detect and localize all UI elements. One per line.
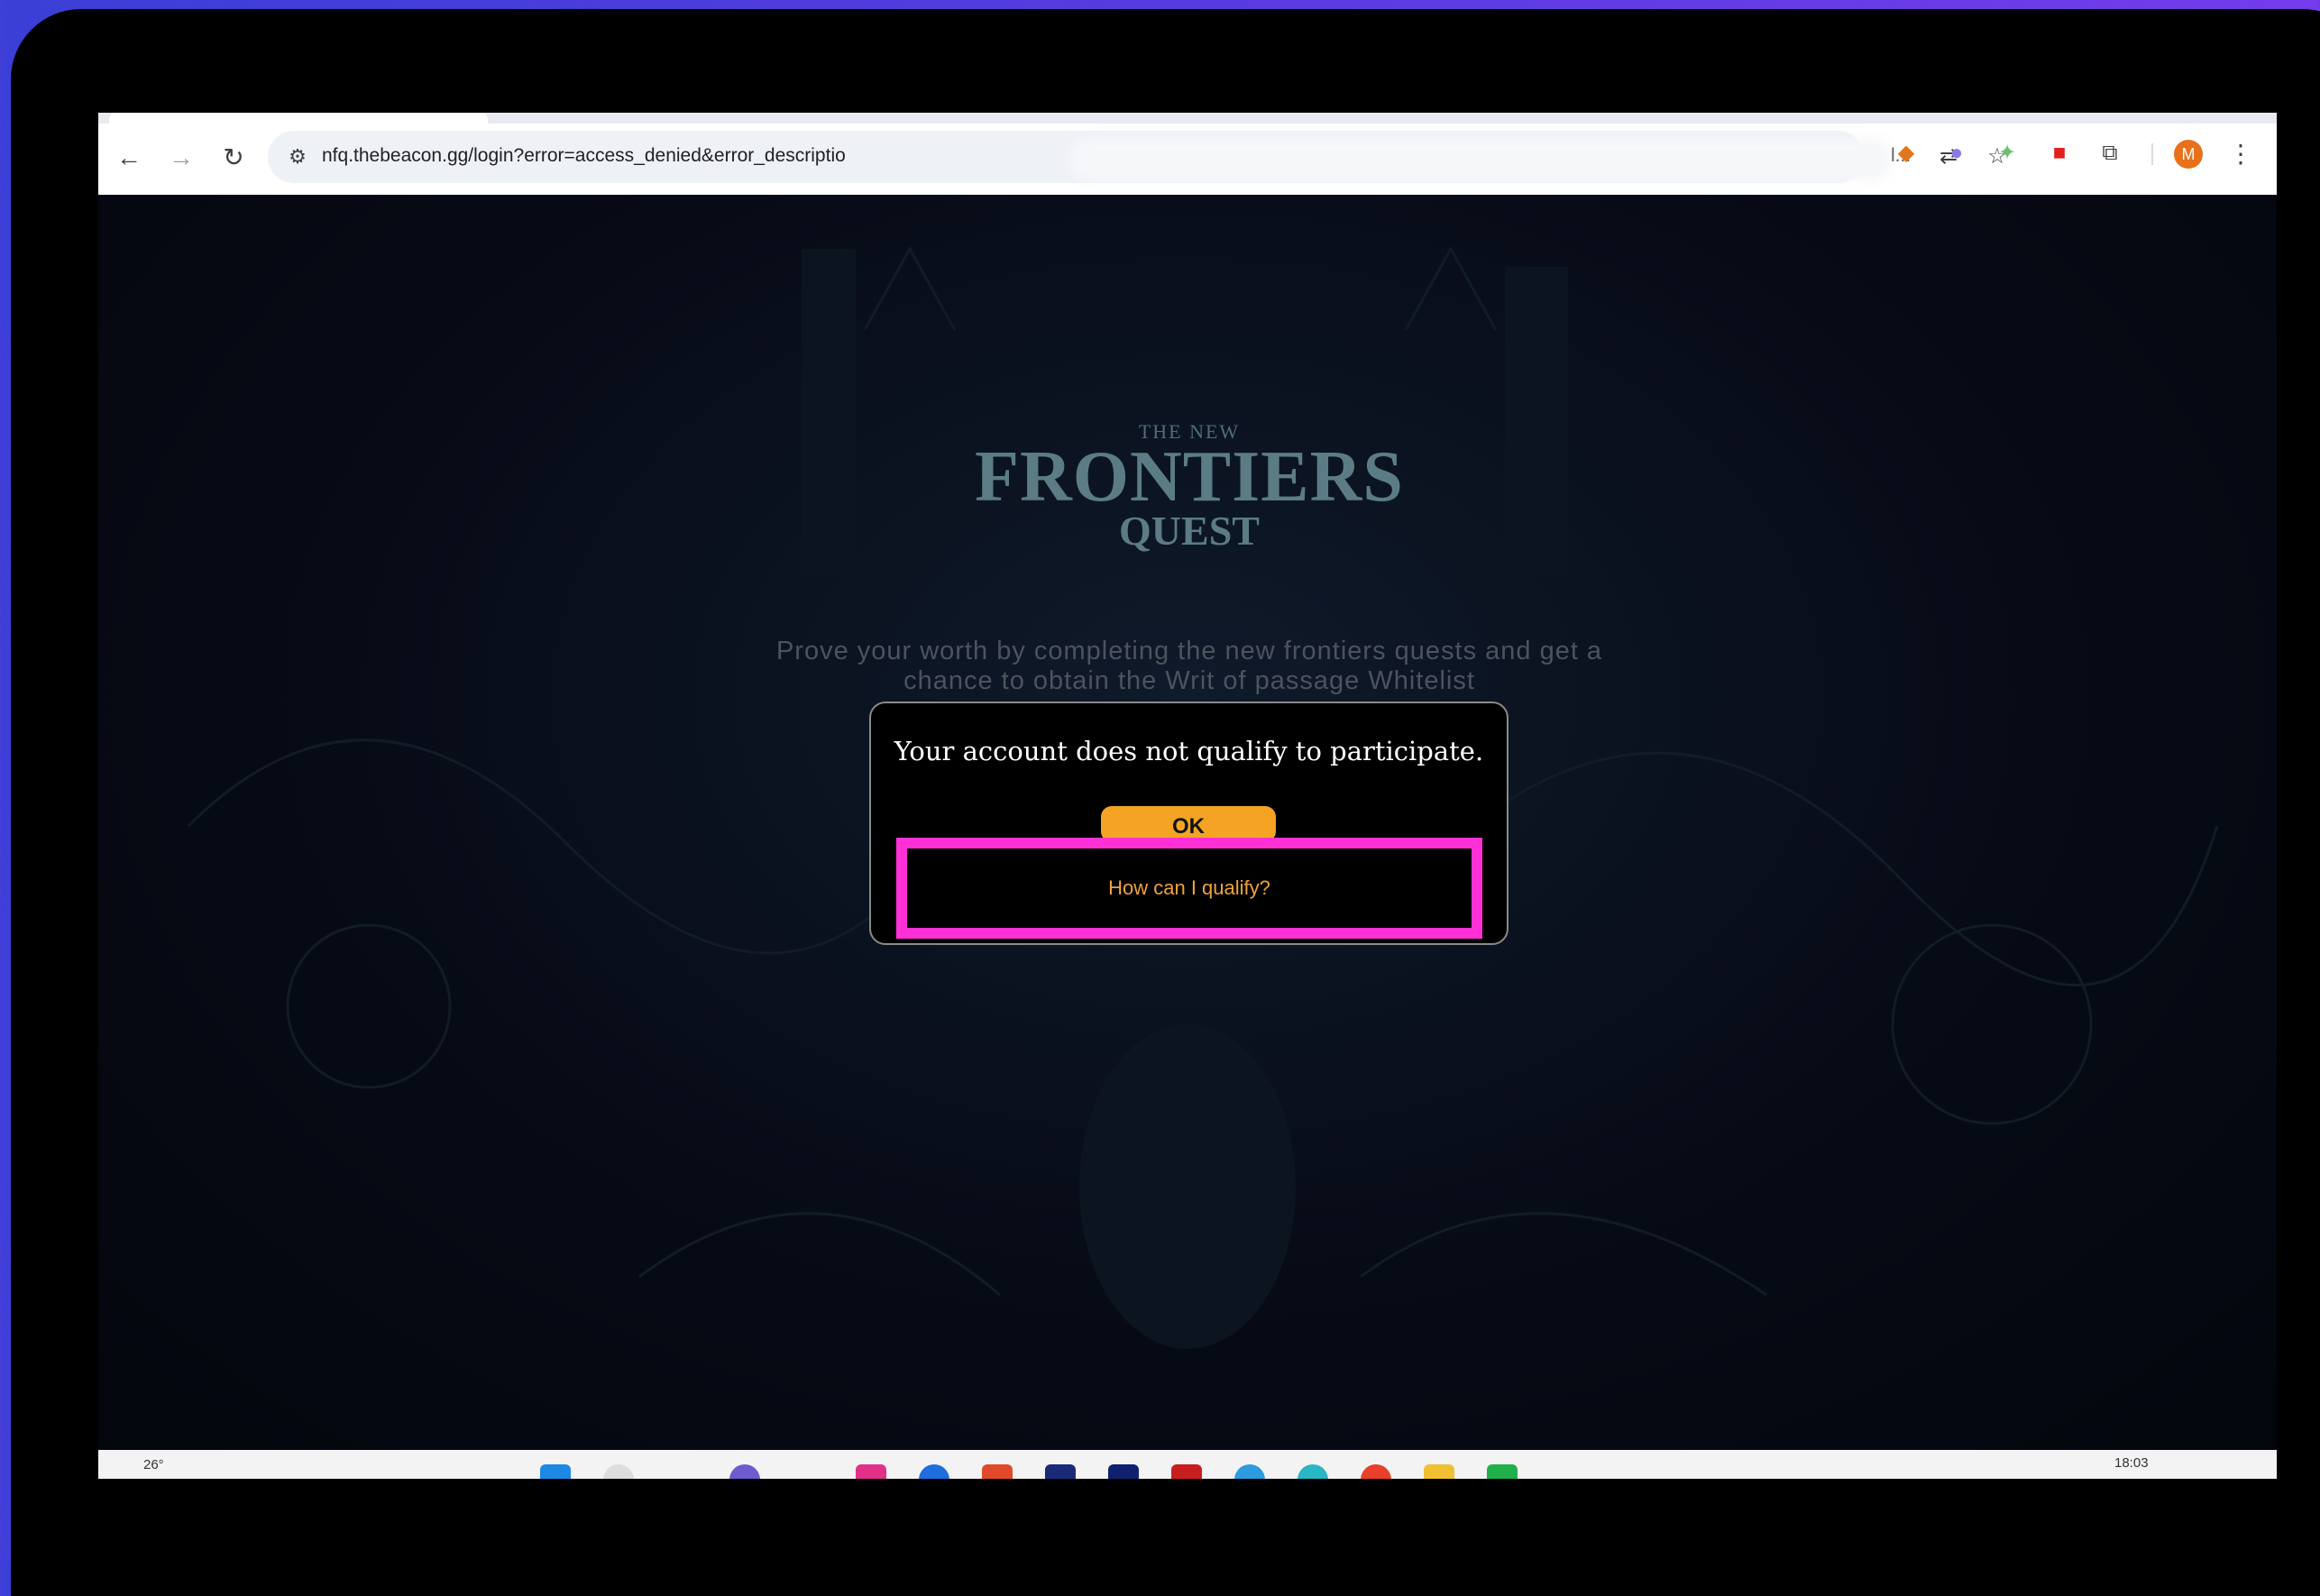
subtitle-line-1: Prove your worth by completing the new f… bbox=[775, 637, 1603, 665]
app-icon-5[interactable] bbox=[1045, 1464, 1076, 1479]
dialog-message: Your account does not qualify to partici… bbox=[894, 736, 1484, 766]
profile-avatar[interactable]: M bbox=[2174, 140, 2203, 169]
app-icon-4[interactable] bbox=[982, 1464, 1013, 1479]
active-tab[interactable] bbox=[109, 113, 488, 124]
app-icon-9[interactable] bbox=[1298, 1464, 1328, 1479]
app-icon-8[interactable] bbox=[1234, 1464, 1265, 1479]
extension-leaf-icon[interactable]: ✦ bbox=[1992, 138, 2022, 169]
metamask-fox-icon[interactable]: ◆ bbox=[1891, 138, 1921, 169]
extensions-puzzle-icon[interactable]: ⧉ bbox=[2095, 138, 2125, 169]
how-to-qualify-link[interactable]: How can I qualify? bbox=[907, 848, 1472, 928]
ok-button[interactable]: OK bbox=[1101, 806, 1276, 842]
back-icon[interactable]: ← bbox=[111, 140, 147, 176]
frontiers-quest-logo: THE NEW FRONTIERS QUEST bbox=[946, 420, 1433, 555]
reload-icon[interactable]: ↻ bbox=[215, 140, 252, 176]
screen: ← → ↻ ⚙ nfq.thebeacon.gg/login?error=acc… bbox=[98, 113, 2277, 1479]
device-frame: ← → ↻ ⚙ nfq.thebeacon.gg/login?error=acc… bbox=[11, 9, 2320, 1596]
kebab-menu-icon[interactable]: ⋮ bbox=[2228, 138, 2253, 170]
browser-toolbar: ← → ↻ ⚙ nfq.thebeacon.gg/login?error=acc… bbox=[98, 113, 2277, 196]
subtitle-line-2: chance to obtain the Writ of passage Whi… bbox=[903, 666, 1475, 695]
os-taskbar: 26° 18:03 bbox=[98, 1450, 2277, 1479]
app-icon-3[interactable] bbox=[919, 1464, 949, 1479]
search-icon[interactable] bbox=[603, 1464, 634, 1479]
start-icon[interactable] bbox=[540, 1464, 571, 1479]
highlight-box: How can I qualify? bbox=[896, 838, 1482, 939]
page-subtitle: Prove your worth by completing the new f… bbox=[693, 637, 1685, 696]
app-icon-2[interactable] bbox=[856, 1464, 886, 1479]
app-icon-10[interactable] bbox=[1361, 1464, 1391, 1479]
clock[interactable]: 18:03 bbox=[2114, 1455, 2149, 1471]
redacted-url-part bbox=[1070, 138, 1891, 181]
address-bar[interactable]: ⚙ nfq.thebeacon.gg/login?error=access_de… bbox=[268, 131, 2007, 183]
app-icon-11[interactable] bbox=[1487, 1464, 1518, 1479]
site-info-icon[interactable]: ⚙ bbox=[284, 143, 311, 170]
url-text[interactable]: nfq.thebeacon.gg/login?error=access_deni… bbox=[322, 145, 846, 167]
toolbar-divider bbox=[2151, 143, 2153, 165]
app-icon-7[interactable] bbox=[1171, 1464, 1202, 1479]
app-icon-6[interactable] bbox=[1108, 1464, 1139, 1479]
weather-temperature[interactable]: 26° bbox=[143, 1457, 164, 1472]
app-icon-1[interactable] bbox=[729, 1464, 760, 1479]
extension-purple-icon[interactable]: ● bbox=[1941, 138, 1972, 169]
forward-icon[interactable]: → bbox=[163, 140, 199, 176]
file-explorer-icon[interactable] bbox=[1424, 1464, 1454, 1479]
tab-strip bbox=[98, 113, 2277, 124]
logo-main-text: FRONTIERS bbox=[975, 437, 1404, 517]
extension-lock-icon[interactable]: ■ bbox=[2044, 138, 2075, 169]
